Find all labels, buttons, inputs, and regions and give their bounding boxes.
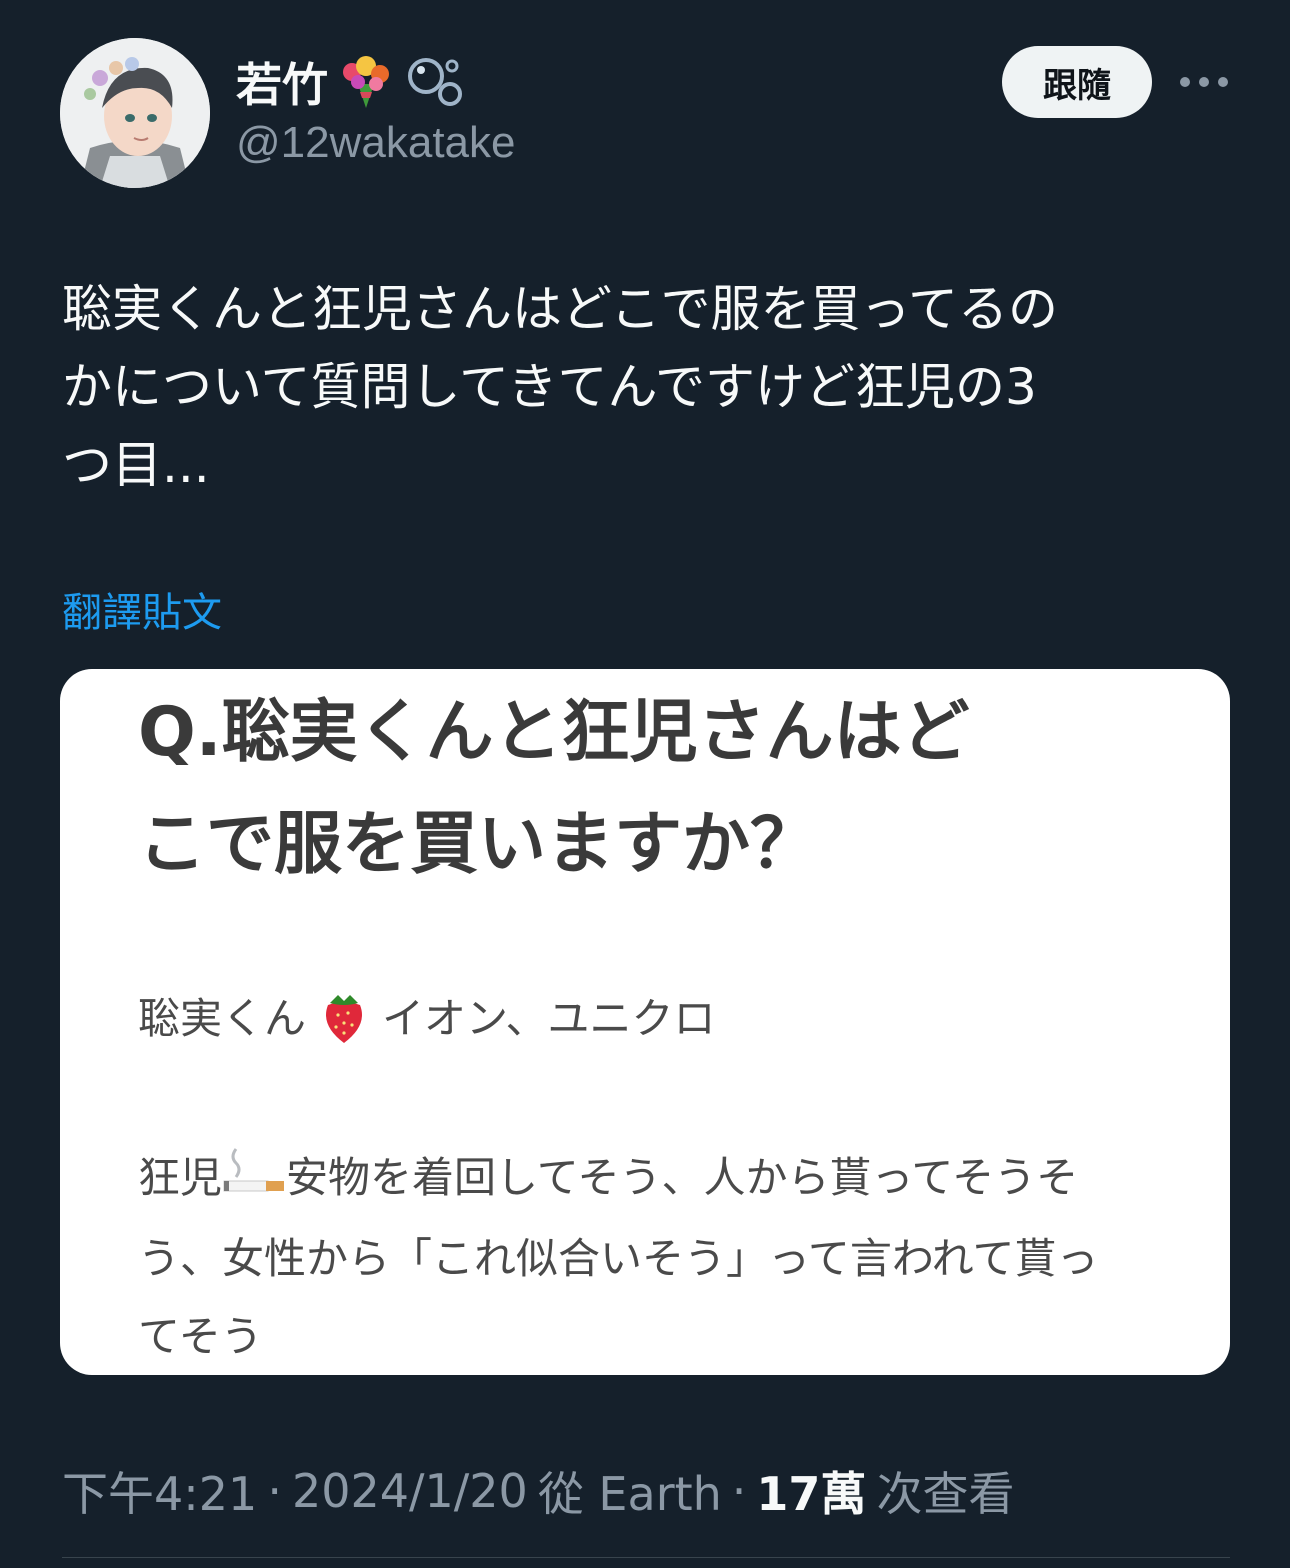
- tweet-meta: 下午4:21 · 2024/1/20 從 Earth · 17萬 次查看: [62, 1458, 1014, 1524]
- card-answer-kyoji: 狂児 安物を着回してそう、人から貰ってそうそう、女性から「これ似合いそう」って言…: [138, 1139, 1138, 1375]
- display-name-text: 若竹: [236, 58, 328, 112]
- translate-post-link[interactable]: 翻譯貼文: [62, 580, 222, 638]
- tweet-text: 聡実くんと狂児さんはどこで服を買ってるの かについて質問してきてんですけど狂児の…: [62, 280, 1058, 494]
- cigarette-icon: [222, 1142, 286, 1220]
- meta-separator: ·: [731, 1464, 747, 1518]
- tweet-media-image[interactable]: Q.聡実くんと狂児さんはど こで服を買いますか？ 聡実くん イオン、ユニクロ 狂…: [60, 669, 1230, 1375]
- card-answer-satomi-name: 聡実くん: [138, 993, 307, 1043]
- tweet-source: 從 Earth: [537, 1467, 722, 1521]
- divider: [62, 1557, 1230, 1558]
- strawberry-icon: [314, 985, 374, 1045]
- card-answer-kyoji-name: 狂児: [138, 1153, 223, 1202]
- user-handle[interactable]: @12wakatake: [236, 118, 516, 168]
- meta-separator: ·: [267, 1464, 282, 1518]
- avatar-illustration: [60, 38, 210, 188]
- more-icon[interactable]: [1180, 66, 1228, 98]
- display-name[interactable]: 若竹: [236, 50, 464, 114]
- card-answer-satomi: 聡実くん イオン、ユニクロ: [138, 985, 716, 1045]
- bouquet-icon: [336, 54, 396, 110]
- more-dot: [1218, 77, 1228, 87]
- more-dot: [1180, 77, 1190, 87]
- tweet-date[interactable]: 2024/1/20: [292, 1464, 528, 1518]
- tweet-time[interactable]: 下午4:21: [62, 1458, 257, 1524]
- card-question: Q.聡実くんと狂児さんはど こで服を買いますか？: [138, 693, 970, 884]
- bubbles-icon: [404, 54, 464, 110]
- views-label: 次查看: [876, 1467, 1015, 1521]
- follow-button[interactable]: 跟隨: [1002, 46, 1152, 118]
- more-dot: [1199, 77, 1209, 87]
- views-count[interactable]: 17萬: [756, 1458, 866, 1524]
- avatar[interactable]: [60, 38, 210, 188]
- card-answer-satomi-text: イオン、ユニクロ: [382, 993, 716, 1043]
